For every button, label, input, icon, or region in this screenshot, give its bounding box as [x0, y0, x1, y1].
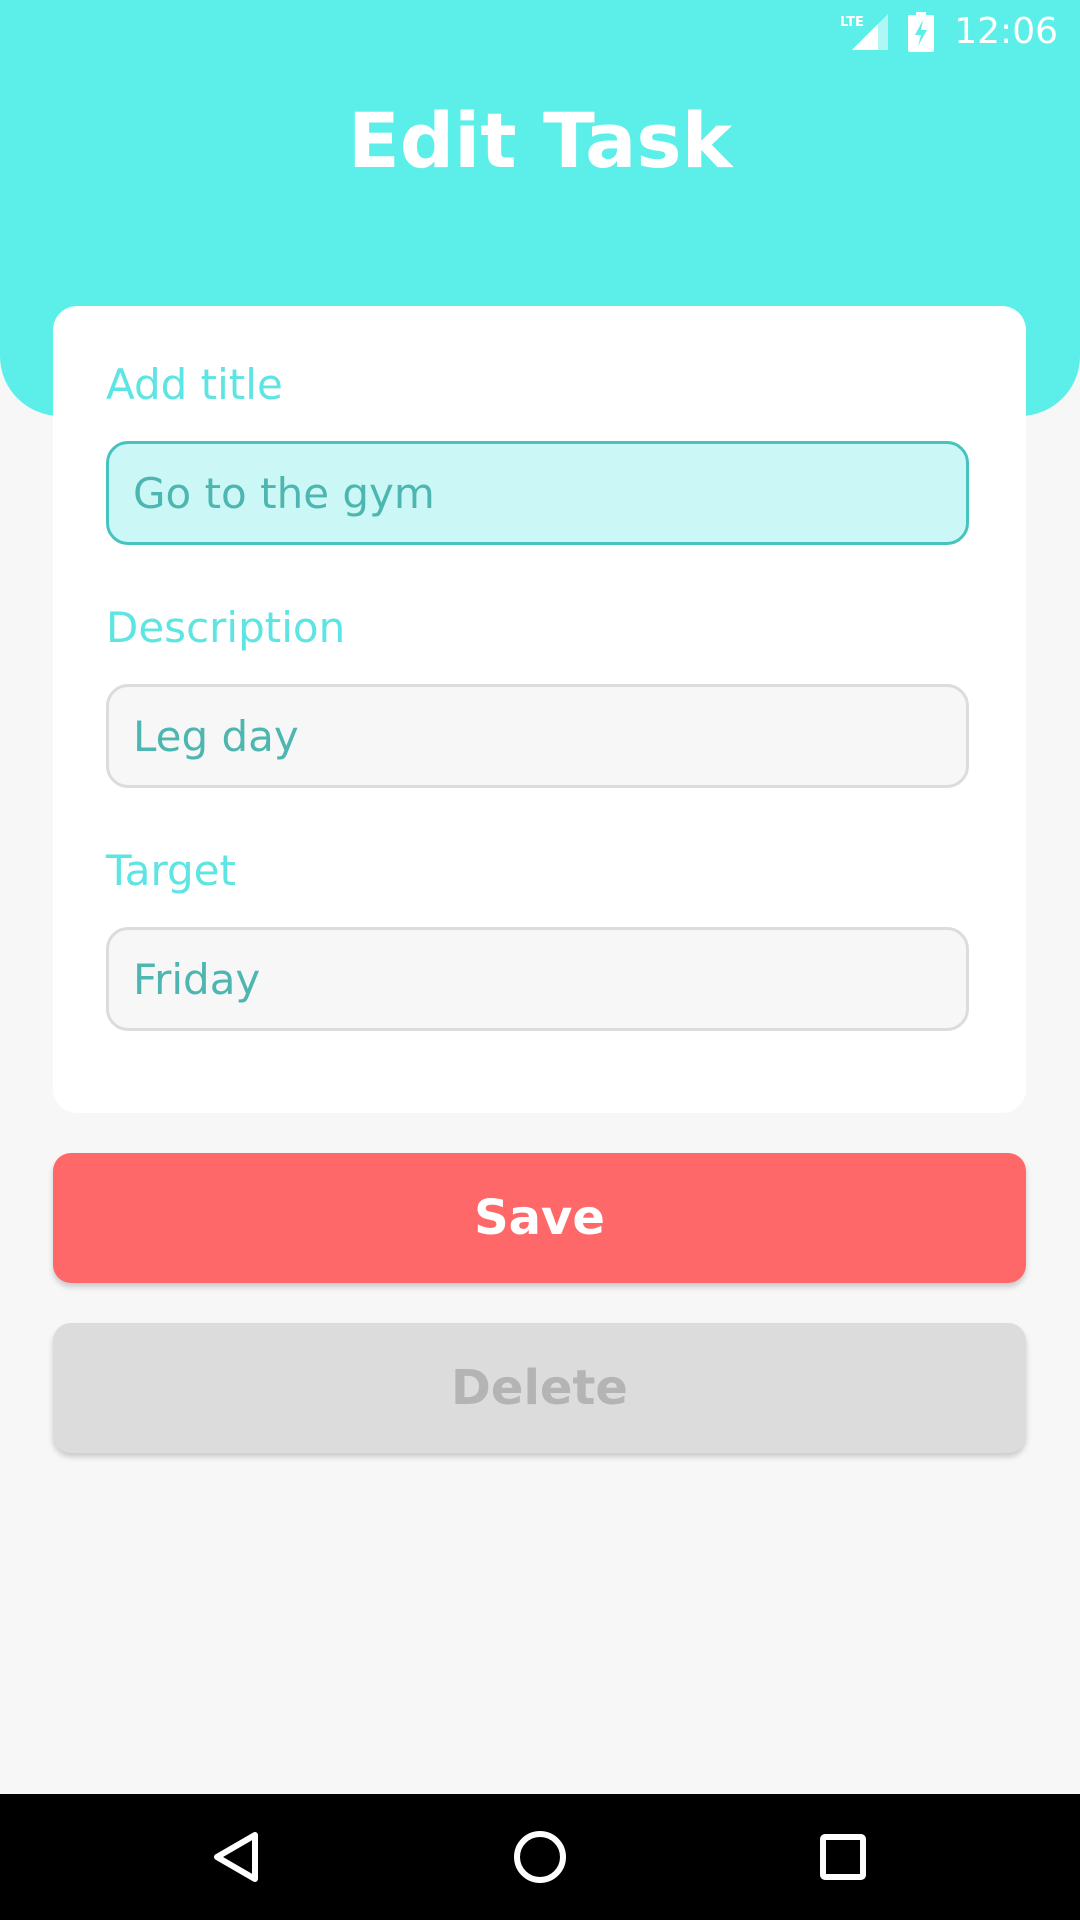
- description-field-label: Description: [106, 603, 346, 652]
- title-field-label: Add title: [106, 360, 283, 409]
- target-field-label: Target: [106, 846, 236, 895]
- save-button[interactable]: Save: [53, 1153, 1026, 1283]
- title-input[interactable]: [106, 441, 969, 545]
- battery-charging-icon: [908, 12, 935, 52]
- status-time: 12:06: [954, 11, 1058, 52]
- home-circle-icon: [514, 1831, 566, 1883]
- back-triangle-icon: [214, 1832, 258, 1882]
- delete-button[interactable]: Delete: [53, 1323, 1026, 1453]
- recents-square-icon: [820, 1834, 866, 1880]
- home-button[interactable]: [500, 1817, 580, 1897]
- page-title: Edit Task: [347, 96, 733, 185]
- back-button[interactable]: [197, 1817, 277, 1897]
- status-bar: LTE 12:06: [840, 0, 1080, 64]
- network-type-label: LTE: [840, 15, 864, 30]
- lte-signal-icon: LTE: [840, 12, 889, 52]
- navigation-bar: [0, 1794, 1080, 1920]
- description-input[interactable]: [106, 684, 969, 788]
- recents-button[interactable]: [803, 1817, 883, 1897]
- task-form-card: Add title Description Target: [53, 306, 1026, 1113]
- target-input[interactable]: [106, 927, 969, 1031]
